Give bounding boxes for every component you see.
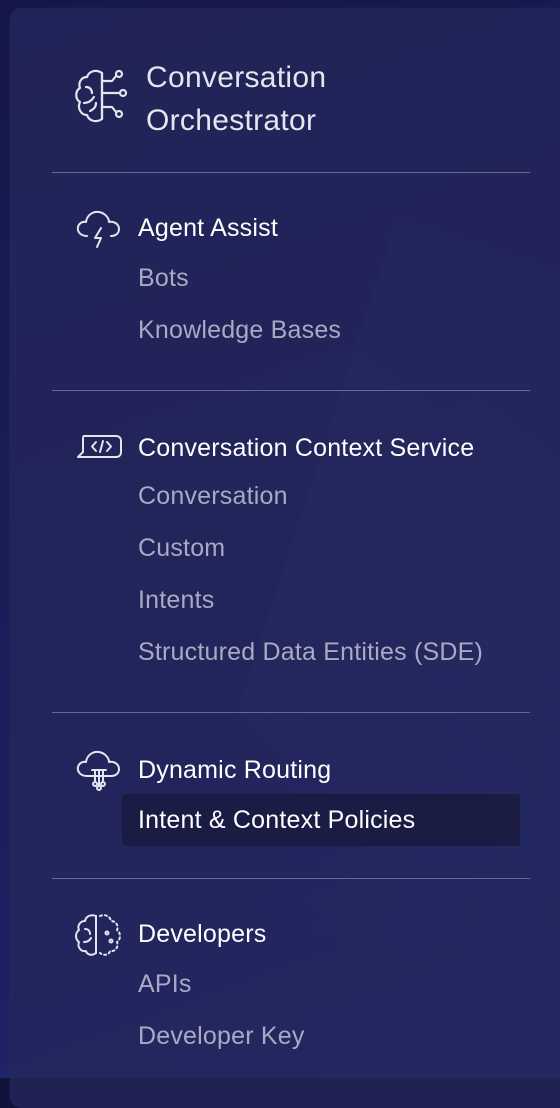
divider <box>52 878 530 879</box>
nav-item-developer-key[interactable]: Developer Key <box>138 1022 305 1051</box>
nav-item-intents[interactable]: Intents <box>138 586 214 615</box>
section-conversation-context-service[interactable]: Conversation Context Service <box>74 428 474 468</box>
cloud-bolt-icon <box>74 208 124 248</box>
section-dynamic-routing[interactable]: Dynamic Routing <box>74 750 332 791</box>
section-title-dynamic-routing: Dynamic Routing <box>138 755 332 784</box>
section-agent-assist[interactable]: Agent Assist <box>74 208 278 248</box>
section-title-developers: Developers <box>138 919 267 948</box>
nav-item-structured-data-entities[interactable]: Structured Data Entities (SDE) <box>138 638 483 667</box>
navigation-panel: Conversation Orchestrator Agent Assist B… <box>10 8 560 1108</box>
divider <box>52 712 530 713</box>
divider <box>52 172 530 173</box>
app-title-line1: Conversation <box>146 61 327 94</box>
nav-item-conversation[interactable]: Conversation <box>138 482 288 511</box>
app-brand[interactable]: Conversation Orchestrator <box>72 56 326 142</box>
cloud-routing-icon <box>74 750 124 791</box>
developer-brain-icon <box>74 914 124 956</box>
divider <box>52 390 530 391</box>
nav-item-bots[interactable]: Bots <box>138 264 189 293</box>
code-chat-bubble-icon <box>74 428 124 468</box>
nav-item-knowledge-bases[interactable]: Knowledge Bases <box>138 316 341 345</box>
app-title-line2: Orchestrator <box>146 104 317 137</box>
section-title-agent-assist: Agent Assist <box>138 213 278 242</box>
section-developers[interactable]: Developers <box>74 914 267 956</box>
section-title-conversation-context-service: Conversation Context Service <box>138 433 475 462</box>
brain-circuit-icon <box>72 63 130 135</box>
nav-item-custom[interactable]: Custom <box>138 534 225 563</box>
nav-item-intent-context-policies[interactable]: Intent & Context Policies <box>122 794 520 846</box>
nav-item-apis[interactable]: APIs <box>138 970 192 999</box>
app-title: Conversation Orchestrator <box>146 56 326 142</box>
